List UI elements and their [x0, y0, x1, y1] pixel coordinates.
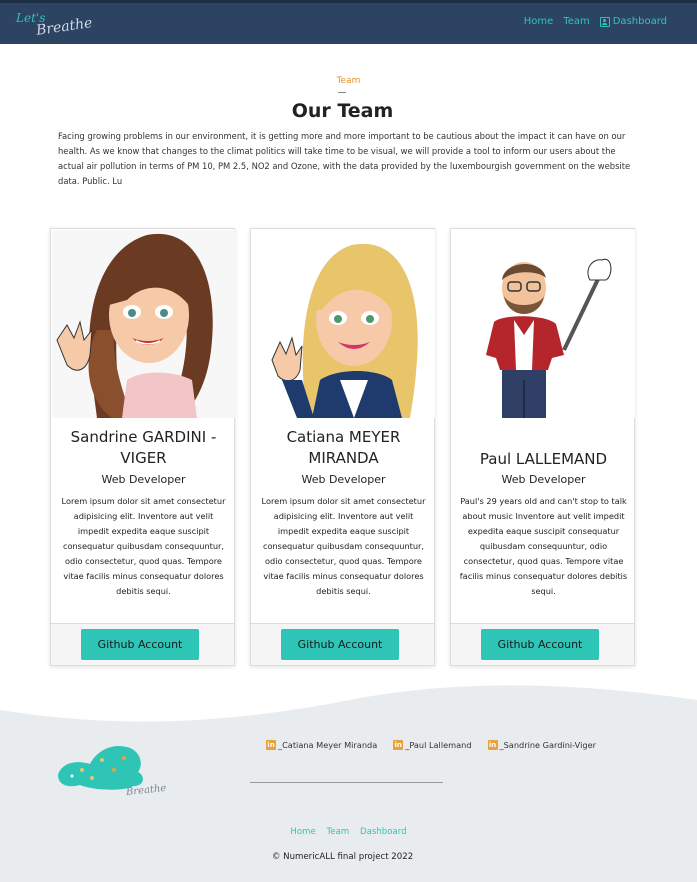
linkedin-icon: in [266, 740, 276, 750]
contact-catiana[interactable]: in _Catiana Meyer Miranda [266, 740, 377, 750]
card-footer: Github Account [51, 623, 234, 665]
team-card-catiana: Catiana MEYER MIRANDA Web Developer Lore… [250, 228, 435, 666]
page-title: Our Team [291, 100, 394, 122]
contact-name: _Catiana Meyer Miranda [278, 740, 378, 750]
footer-divider [250, 782, 443, 783]
linkedin-icon: in [487, 740, 498, 750]
card-description: Lorem ipsum dolor sit amet consectetur a… [61, 496, 226, 596]
footer-dashboard-link[interactable]: Dashboard [360, 827, 407, 837]
card-name: Sandrine GARDINI - VIGER [70, 428, 217, 467]
footer-contacts: in _Catiana Meyer Miranda in _Paul Lalle… [266, 740, 596, 750]
nav-dashboard-link[interactable]: Dashboard [599, 16, 667, 27]
team-card-sandrine: Sandrine GARDINI - VIGER Web Developer L… [50, 228, 235, 666]
card-description: Lorem ipsum dolor sit amet consectetur a… [261, 496, 426, 596]
dashboard-icon [599, 16, 610, 27]
nav-team-link[interactable]: Team [563, 16, 589, 27]
card-name: Catiana MEYER MIRANDA [286, 428, 401, 467]
card-footer: Github Account [251, 623, 434, 665]
contact-name: _Paul Lallemand [405, 740, 472, 750]
avatar-sandrine [52, 230, 235, 418]
nav-home-link[interactable]: Home [524, 16, 554, 27]
linkedin-icon: in [393, 740, 404, 750]
github-account-button[interactable]: Github Account [81, 629, 199, 660]
card-role: Web Developer [301, 473, 386, 486]
footer-team-link[interactable]: Team [327, 827, 350, 837]
section-label: Team [336, 76, 361, 86]
avatar-paul [452, 230, 635, 418]
avatar-catiana [252, 230, 435, 418]
intro-text: Facing growing problems in our environme… [58, 131, 631, 186]
card-role: Web Developer [501, 473, 586, 486]
card-name: Paul LALLEMAND [479, 450, 608, 468]
footer-nav: Home Team Dashboard [0, 827, 697, 837]
navbar: Let's Breathe Home Team Dashboard [0, 0, 697, 44]
contact-name: _Sandrine Gardini-Viger [499, 740, 596, 750]
nav-links: Home Team Dashboard [524, 16, 667, 27]
card-description: Paul's 29 years old and can't stop to ta… [459, 496, 628, 596]
github-account-button[interactable]: Github Account [481, 629, 599, 660]
footer-logo: Let's Breathe [52, 740, 172, 804]
footer-home-link[interactable]: Home [290, 827, 315, 837]
card-role: Web Developer [101, 473, 186, 486]
contact-paul[interactable]: in _Paul Lallemand [393, 740, 472, 750]
team-card-paul: Paul LALLEMAND Web Developer Paul's 29 y… [450, 228, 635, 666]
copyright: © NumericALL final project 2022 [271, 852, 414, 862]
contact-sandrine[interactable]: in _Sandrine Gardini-Viger [487, 740, 596, 750]
card-footer: Github Account [451, 623, 634, 665]
section-divider [338, 92, 346, 93]
logo[interactable]: Let's Breathe [14, 9, 94, 43]
nav-dashboard-label: Dashboard [612, 16, 667, 27]
github-account-button[interactable]: Github Account [281, 629, 399, 660]
